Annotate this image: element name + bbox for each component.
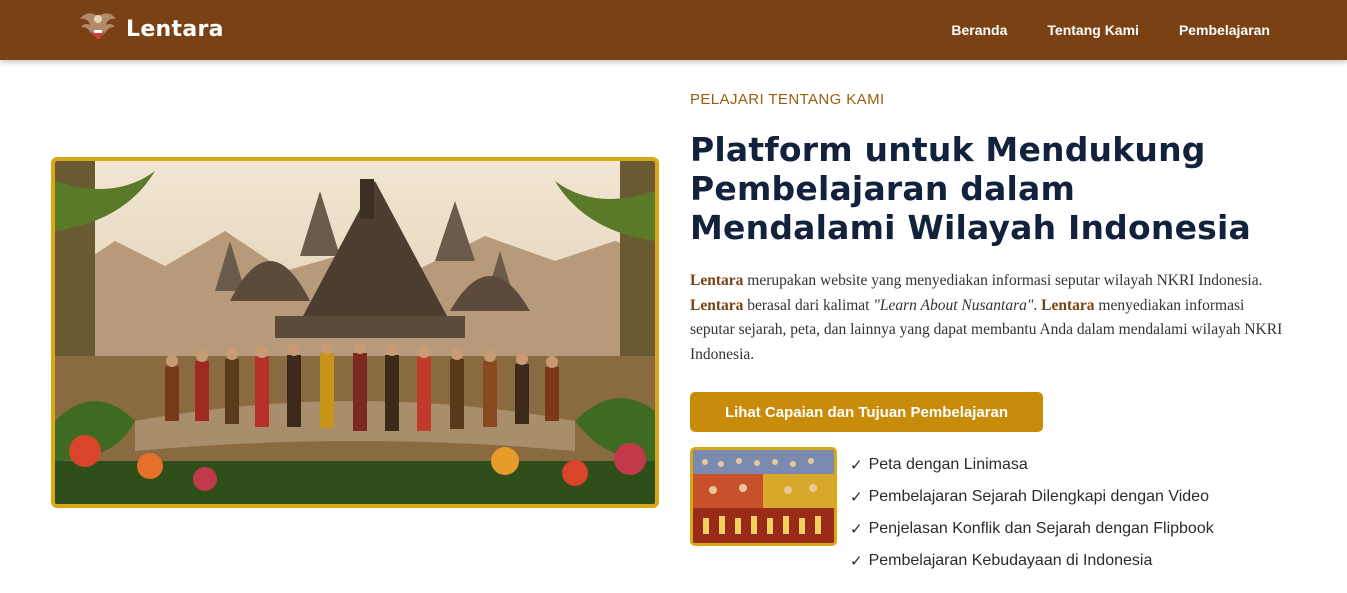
garuda-icon: [80, 13, 116, 39]
hero-illustration: [51, 157, 659, 508]
about-section: PELAJARI TENTANG KAMI Platform untuk Men…: [690, 90, 1290, 367]
list-item: ✓ Pembelajaran Sejarah Dilengkapi dengan …: [850, 481, 1214, 513]
description-text: merupakan website yang menyediakan infor…: [743, 272, 1263, 289]
nav-link-pembelajaran[interactable]: Pembelajaran: [1179, 22, 1270, 38]
feature-label: Pembelajaran Sejarah Dilengkapi dengan V…: [868, 488, 1209, 505]
brand-mention: Lentara: [690, 296, 744, 314]
feature-list: ✓ Peta dengan Linimasa ✓ Pembelajaran Seja…: [850, 449, 1214, 577]
description-text: .: [1033, 296, 1042, 314]
checkmark-icon: ✓: [850, 520, 863, 538]
list-item: ✓ Penjelasan Konflik dan Sejarah dengan F…: [850, 513, 1214, 545]
main-nav: Beranda Tentang Kami Pembelajaran: [911, 0, 1270, 60]
description-text: berasal dari kalimat: [743, 296, 874, 314]
page-title: Platform untuk Mendukung Pembelajaran da…: [690, 130, 1251, 247]
cultural-collage-image: [693, 450, 834, 543]
culture-thumbnail: [690, 447, 837, 546]
checkmark-icon: ✓: [850, 552, 863, 570]
checkmark-icon: ✓: [850, 488, 863, 506]
section-eyebrow: PELAJARI TENTANG KAMI: [690, 91, 885, 108]
brand-link[interactable]: Lentara: [78, 8, 224, 50]
learning-goals-button[interactable]: Lihat Capaian dan Tujuan Pembelajaran: [690, 392, 1043, 432]
temple-culture-illustration: [55, 161, 655, 504]
feature-label: Penjelasan Konflik dan Sejarah dengan Fl…: [868, 520, 1214, 537]
checkmark-icon: ✓: [850, 456, 863, 474]
feature-label: Peta dengan Linimasa: [868, 456, 1028, 473]
brand-name: Lentara: [126, 16, 224, 42]
navbar: Lentara Beranda Tentang Kami Pembelajara…: [0, 0, 1347, 60]
about-description: Lentara merupakan website yang menyediak…: [690, 269, 1285, 367]
brand-mention: Lentara: [690, 272, 744, 289]
list-item: ✓ Pembelajaran Kebudayaan di Indonesia: [850, 545, 1214, 577]
nav-link-beranda[interactable]: Beranda: [951, 22, 1007, 38]
feature-label: Pembelajaran Kebudayaan di Indonesia: [868, 552, 1153, 569]
list-item: ✓ Peta dengan Linimasa: [850, 449, 1214, 481]
brand-mention: Lentara: [1041, 296, 1095, 314]
description-quote: "Learn About Nusantara": [873, 296, 1034, 314]
nav-link-tentang-kami[interactable]: Tentang Kami: [1047, 22, 1139, 38]
